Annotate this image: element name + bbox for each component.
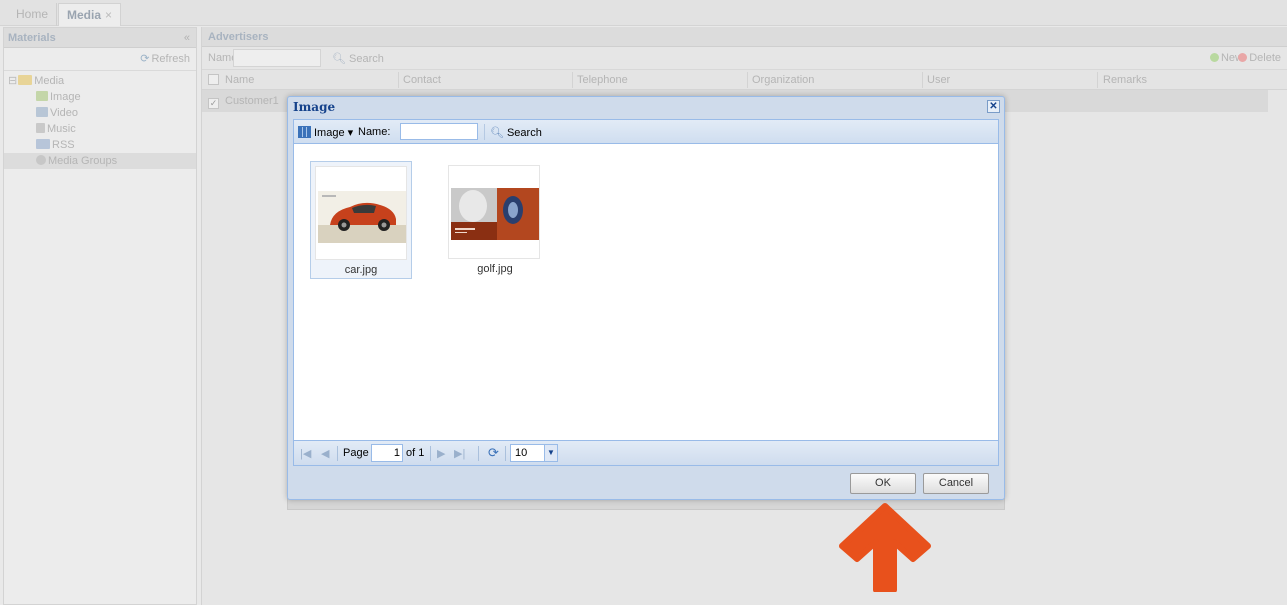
folder-icon [18,75,33,85]
tab-home[interactable]: Home [8,3,58,26]
prev-page-icon[interactable]: ◀ [321,447,329,460]
advertisers-grid-header: Name Contact Telephone Organization User… [202,70,1287,90]
search-icon: 🔍︎ [490,127,504,139]
type-dropdown[interactable]: Image ▾ [314,126,353,139]
search-icon: 🔍︎ [332,53,346,65]
search-label: Search [349,53,384,65]
collapse-tree-icon[interactable]: ⊟ [8,75,17,87]
materials-header: Materials « [4,28,196,48]
video-icon [36,107,48,117]
dialog-toolbar: Image ▾ Name: 🔍︎ Search [294,120,998,144]
refresh-icon: ⟳ [140,53,150,65]
tab-bar: Home Media × [0,0,1287,26]
car-thumbnail-image [315,166,407,260]
collapse-icon[interactable]: « [184,28,190,48]
materials-title: Materials [8,32,56,44]
column-telephone[interactable]: Telephone [577,74,628,86]
annotation-arrow-icon [839,503,931,592]
dialog-body: Image ▾ Name: 🔍︎ Search car.jpg golf.jpg… [293,119,999,466]
tree-node-video[interactable]: Video [4,105,196,121]
materials-toolbar: ⟳ Refresh [4,48,196,71]
image-icon [36,91,48,101]
tree-node-media-groups[interactable]: Media Groups [4,153,196,169]
dialog-titlebar[interactable]: Image ✕ [288,97,1004,118]
row-name-cell: ✓ Customer1 [208,95,279,109]
tab-media-label: Media [67,8,102,22]
chevron-down-icon: ▼ [544,445,557,461]
tree-node-image[interactable]: Image [4,89,196,105]
thumbnail-item[interactable]: golf.jpg [444,161,546,279]
materials-panel: Materials « ⟳ Refresh ⊟ Media Image Video … [3,27,197,605]
dialog-search-button[interactable]: 🔍︎ Search [490,126,542,139]
tree-label: Media [34,75,65,87]
page-label: Page [343,447,369,459]
next-page-icon[interactable]: ▶ [437,447,445,460]
group-icon [36,155,46,165]
tree-label: Music [47,123,76,135]
advertisers-header: Advertisers [202,27,1287,47]
dialog-title: Image [293,100,336,114]
tree-label: Media Groups [48,155,118,167]
search-button[interactable]: 🔍︎ Search [332,52,384,65]
tab-media[interactable]: Media × [58,3,122,26]
first-page-icon[interactable]: |◀ [300,447,311,460]
name-input[interactable] [400,123,478,140]
column-user[interactable]: User [927,74,950,86]
column-organization[interactable]: Organization [752,74,814,86]
thumbnail-view: car.jpg golf.jpg [294,145,998,437]
row-checkbox[interactable]: ✓ [208,98,219,109]
tree-node-rss[interactable]: RSS [4,137,196,153]
close-icon[interactable]: × [105,8,112,22]
rss-icon [36,139,50,149]
paging-toolbar: |◀ ◀ Page 1 of 1 ▶ ▶| ⟳ 10 ▼ [294,440,998,465]
cancel-button[interactable]: Cancel [923,473,989,494]
page-size-value: 10 [515,447,528,459]
column-label: Name [225,74,255,86]
music-icon [36,123,45,133]
add-icon [1209,53,1219,62]
advertisers-title: Advertisers [208,31,269,43]
thumbnail-caption: car.jpg [344,264,378,276]
delete-button[interactable]: Delete [1238,52,1281,64]
tree-label: RSS [52,139,75,151]
page-number-input[interactable]: 1 [371,444,403,462]
row-name: Customer1 [225,95,279,107]
column-remarks[interactable]: Remarks [1103,74,1147,86]
thumbnail-caption: golf.jpg [477,263,513,275]
advertisers-toolbar: Name: 🔍︎ Search New Delete [202,47,1287,70]
delete-label: Delete [1249,52,1281,64]
close-icon[interactable]: ✕ [987,100,1000,113]
page-size-select[interactable]: 10 ▼ [510,444,558,462]
refresh-label: Refresh [151,53,190,65]
ok-button[interactable]: OK [850,473,916,494]
refresh-button[interactable]: ⟳ Refresh [140,53,190,65]
image-dialog: Image ✕ Image ▾ Name: 🔍︎ Search car.jpg … [287,96,1005,500]
page-count-label: of 1 [406,447,425,459]
golf-thumbnail-image [448,165,540,259]
grid-view-icon [298,126,311,138]
delete-icon [1238,53,1248,62]
media-tree: ⊟ Media Image Video Music RSS Media Group… [4,71,196,169]
name-label: Name: [358,126,391,138]
refresh-icon[interactable]: ⟳ [488,445,499,461]
dialog-search-label: Search [506,127,542,139]
tree-node-music[interactable]: Music [4,121,196,137]
thumbnail-item[interactable]: car.jpg [310,161,412,279]
last-page-icon[interactable]: ▶| [454,447,465,460]
tree-label: Video [50,107,78,119]
name-filter-input[interactable] [233,49,321,67]
tree-label: Image [50,91,81,103]
select-all-checkbox[interactable] [208,74,219,85]
tree-node-media[interactable]: ⊟ Media [4,73,196,89]
column-name[interactable]: Name [208,74,254,86]
column-contact[interactable]: Contact [403,74,441,86]
